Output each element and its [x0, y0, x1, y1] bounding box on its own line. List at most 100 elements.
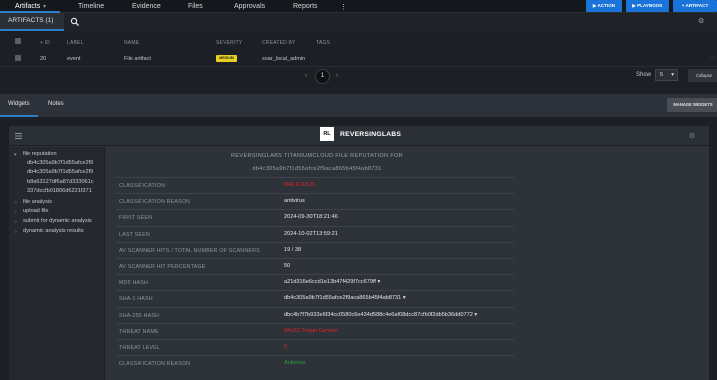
search-icon[interactable] — [70, 17, 80, 27]
prev-page-icon[interactable]: ‹ — [305, 73, 307, 79]
manage-widgets-button[interactable]: MANAGE WIDGETS — [667, 98, 717, 112]
report-row-label: SHA-1 HASH — [119, 296, 153, 303]
report-row-label: CLASSIFICATION — [119, 183, 165, 189]
report-row-value: 19 / 38 — [284, 246, 302, 253]
tab-notes[interactable]: Notes — [48, 101, 64, 107]
row-divider — [116, 322, 514, 324]
col-name[interactable]: NAME — [124, 40, 139, 46]
row-divider — [0, 66, 717, 67]
tab-files[interactable]: Files — [188, 3, 203, 10]
report-row-value: Win32.Trojan.Generic — [284, 327, 339, 334]
show-label: Show — [636, 72, 652, 78]
report-row-label: AV SCANNER HITS / TOTAL NUMBER OF SCANNE… — [119, 247, 260, 254]
row-divider — [116, 177, 514, 178]
report-row-value: 5 — [284, 344, 288, 350]
add-artifact-button[interactable]: + ARTIFACT — [673, 0, 717, 12]
page-size-value: 5 — [660, 72, 664, 78]
report-row-value[interactable]: dbc4b7f7b933e6f34cc0580c6e434d588c4e6af0… — [284, 312, 477, 318]
settings-icon[interactable]: ⚙ — [698, 17, 704, 25]
report-row-value: Antivirus — [284, 360, 306, 367]
report-row-value: 2024-10-02T13:59:21 — [284, 230, 338, 237]
severity-badge: MEDIUM — [216, 55, 237, 62]
tree-item-upload-file[interactable]: upload file — [23, 208, 49, 214]
artifact-name[interactable]: File artifact — [124, 56, 151, 62]
col-severity[interactable]: SEVERITY — [216, 40, 242, 46]
artifacts-bar — [0, 13, 717, 31]
row-divider — [116, 355, 514, 357]
report-row-label: AV SCANNER HIT PERCENTAGE — [119, 264, 206, 270]
report-row-label: SHA-256 HASH — [119, 312, 160, 319]
page-size-select[interactable]: 5 ▾ — [655, 69, 678, 81]
artifact-label: event — [67, 56, 81, 62]
report-row-value[interactable]: a21d316e6ccd1e13b47f429f7cc679ff ▾ — [284, 279, 380, 285]
row-checkbox[interactable] — [15, 55, 21, 61]
report-row-label: LAST SEEN — [119, 231, 150, 238]
tab-artifacts-list[interactable]: ARTIFACTS (1) — [0, 13, 64, 31]
collapsed-chevron-icon[interactable]: › — [15, 219, 17, 225]
tree-child-item[interactable]: db4c305a9b7f1d55afce2f9 — [27, 160, 93, 166]
row-divider — [116, 290, 514, 292]
col-created-by[interactable]: CREATED BY — [262, 40, 296, 46]
report-row-label: CLASSIFICATION REASON — [119, 199, 191, 206]
report-row-label: FIRST SEEN — [119, 215, 153, 222]
report-row-value: 50 — [284, 263, 291, 269]
artifacts-tab-label: ARTIFACTS (1) — [8, 17, 54, 24]
tree-child-item[interactable]: b8a63127df6a87d333061c — [27, 179, 94, 185]
active-tab-indicator — [0, 115, 38, 117]
tree-child-item[interactable]: db4c305a9b7f1d55afce2f9 — [27, 169, 93, 175]
action-button[interactable]: ▶ ACTION — [586, 0, 622, 12]
more-icon[interactable]: ⋮ — [340, 3, 347, 11]
reversinglabs-logo: RL — [320, 127, 334, 141]
report-row-label: THREAT NAME — [119, 328, 159, 335]
expanded-chevron-icon[interactable]: ▾ — [14, 152, 17, 158]
row-divider — [116, 209, 514, 211]
select-all-checkbox[interactable] — [15, 38, 21, 44]
report-row-label: CLASSIFICATION REASON — [119, 361, 191, 368]
hamburger-icon[interactable] — [15, 133, 22, 139]
tree-item-file-reputation[interactable]: file reputation — [23, 151, 57, 157]
report-row-value: antivirus — [284, 198, 305, 205]
tab-artifacts[interactable]: Artifacts — [15, 3, 40, 10]
row-divider — [116, 306, 514, 308]
tab-widgets[interactable]: Widgets — [8, 101, 30, 107]
artifact-created-by: soar_local_admin — [262, 56, 306, 62]
widget-title: REVERSINGLABS — [340, 131, 402, 138]
collapsed-chevron-icon[interactable]: › — [15, 229, 17, 235]
report-row-value: MALICIOUS — [284, 182, 315, 188]
row-divider — [116, 258, 514, 259]
report-row-value: 2024-09-30T18:21:46 — [284, 214, 338, 221]
page-number-button[interactable]: 1 — [315, 69, 330, 84]
row-divider — [116, 339, 514, 340]
col-tags[interactable]: TAGS — [316, 40, 330, 46]
collapse-button[interactable]: Collapse — [688, 69, 717, 82]
tab-timeline[interactable]: Timeline — [78, 3, 104, 10]
row-divider — [116, 241, 514, 243]
report-row-label: MD5 HASH — [119, 280, 148, 287]
playbook-button[interactable]: ▶ PLAYBOOK — [626, 0, 669, 12]
tab-approvals[interactable]: Approvals — [234, 3, 265, 10]
collapsed-chevron-icon[interactable]: › — [15, 200, 17, 206]
tab-reports[interactable]: Reports — [293, 3, 318, 10]
tab-evidence[interactable]: Evidence — [132, 3, 161, 10]
tree-child-item[interactable]: 337dccfb01806d6221f371 — [27, 188, 92, 194]
chevron-down-icon: ▾ — [671, 72, 674, 78]
tree-item-submit-dynamic[interactable]: submit for dynamic analysis — [23, 218, 92, 224]
artifact-id: 20 — [40, 56, 47, 62]
col-label[interactable]: LABEL — [67, 40, 84, 46]
gear-icon[interactable]: ⚙ — [689, 132, 695, 140]
chevron-down-icon[interactable]: ▾ — [43, 3, 46, 10]
tree-item-dynamic-results[interactable]: dynamic analysis results — [23, 228, 84, 234]
tree-item-file-analysis[interactable]: file analysis — [23, 199, 52, 205]
widgets-band — [0, 94, 717, 117]
row-divider — [116, 274, 514, 276]
collapsed-chevron-icon[interactable]: › — [15, 209, 17, 215]
report-row-label: THREAT LEVEL — [119, 345, 161, 351]
report-title: REVERSINGLABS TITANIUMCLOUD FILE REPUTAT… — [231, 153, 403, 159]
col-id[interactable]: + ID — [40, 40, 50, 46]
row-divider — [116, 193, 514, 195]
report-hash: db4c305a9b7f1d55afce2f9aca865b45f4ab8731 — [252, 166, 382, 172]
row-divider — [116, 225, 514, 227]
row-menu-icon[interactable]: ⋯ — [710, 56, 716, 62]
report-row-value[interactable]: db4c305a9b7f1d55afce2f9aca865b45f4ab8731… — [284, 295, 406, 301]
next-page-icon[interactable]: › — [336, 73, 338, 79]
